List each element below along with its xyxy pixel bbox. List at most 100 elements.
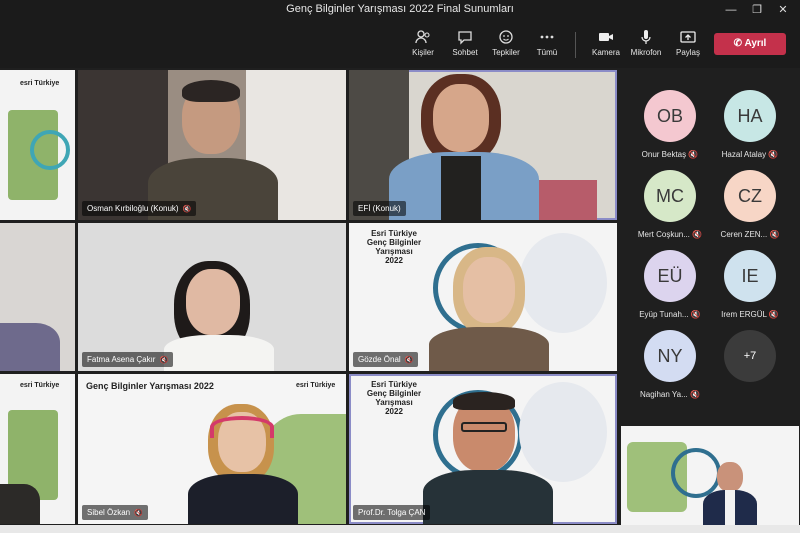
close-button[interactable]: ✕ [772,2,794,18]
roster-item[interactable]: EÜ Eyüp Tunah... 🔇 [630,250,710,328]
person-body [188,474,298,524]
avatar: NY [644,330,696,382]
lab-photo [519,233,607,333]
mic-off-icon: 🔇 [768,150,779,159]
reactions-icon [499,30,513,44]
people-icon [415,30,430,44]
toolbar-divider [575,32,576,58]
slide-title-line-3: 2022 [385,407,403,416]
meeting-toolbar: Kişiler Sohbet Tepkiler Tümü Kamera Mikr… [0,20,800,68]
share-button[interactable]: Paylaş [672,28,704,64]
slide-title-line-1: Esri Türkiye [371,229,417,238]
taskbar-strip [0,525,800,533]
participant-name: Fatma Asena Çakır [87,355,156,364]
chat-label: Sohbet [452,48,478,57]
video-tile-tolga[interactable]: Esri Türkiye Genç Bilginler Yarışması 20… [349,374,617,524]
roster-item[interactable]: NY Nagihan Ya... 🔇 [630,330,710,408]
mic-button[interactable]: Mikrofon [628,28,664,64]
window-title: Genç Bilginler Yarışması 2022 Final Sunu… [286,3,514,15]
person-face [186,269,240,335]
nameplate: Prof.Dr. Tolga ÇAN [353,505,431,520]
roster-name: Hazal Atalay 🔇 [721,150,779,159]
shared-content-tile[interactable] [621,426,799,525]
person-face [433,84,489,152]
slide-tile-left-3: esri Türkiye [0,374,75,524]
chat-icon [458,31,472,45]
roster-name: Nagihan Ya... 🔇 [640,390,700,399]
leave-label: Ayrıl [744,38,767,49]
person-face [717,462,743,492]
slide-banner-title: Genç Bilginler Yarışması 2022 [86,381,214,391]
person-hair [182,80,240,102]
mic-off-icon: 🔇 [688,150,699,159]
reactions-label: Tepkiler [492,48,520,57]
leave-button[interactable]: ✆ Ayrıl [714,33,786,55]
roster-item[interactable]: IE Irem ERGÜL 🔇 [710,250,790,328]
slide-title-line-2: Genç Bilginler Yarışması [366,238,422,256]
reactions-button[interactable]: Tepkiler [490,28,522,64]
roster-name: Mert Coşkun... 🔇 [637,230,703,239]
person-body [164,335,274,371]
mic-off-icon: 🔇 [690,310,701,319]
mic-off-icon: 🔇 [182,206,192,213]
headset-icon [210,416,274,438]
roster-name: Irem ERGÜL 🔇 [721,310,779,319]
mic-off-icon: 🔇 [690,390,700,399]
participant-name: Osman Kırbiloğlu (Konuk) [87,204,179,213]
video-tile-efi[interactable]: EFİ (Konuk) [349,70,617,220]
avatar: MC [644,170,696,222]
person-face [463,257,515,323]
roster-name: Onur Bektaş 🔇 [641,150,699,159]
roster-name: Ceren ZEN... 🔇 [720,230,780,239]
roster-item[interactable]: HA Hazal Atalay 🔇 [710,90,790,168]
nameplate: Gözde Önal 🔇 [353,352,419,367]
roster-name: Eyüp Tunah... 🔇 [639,310,701,319]
mic-off-icon: 🔇 [769,230,780,239]
participant-name: Gözde Önal [358,355,401,364]
esri-logo: esri Türkiye [20,80,60,87]
slide-title: Esri Türkiye Genç Bilginler Yarışması 20… [359,380,429,416]
minimize-button[interactable]: — [720,2,742,18]
mic-label: Mikrofon [630,48,662,57]
video-tile-gozde[interactable]: Esri Türkiye Genç Bilginler Yarışması 20… [349,223,617,371]
share-label: Paylaş [675,48,700,57]
chat-button[interactable]: Sohbet [449,28,481,64]
video-tile-osman[interactable]: Osman Kırbiloğlu (Konuk) 🔇 [78,70,346,220]
mic-off-icon: 🔇 [768,310,779,319]
participant-name: Prof.Dr. Tolga ÇAN [358,508,426,517]
person-body [429,327,549,371]
person-body [423,470,553,524]
more-button[interactable]: Tümü [533,28,561,64]
roster-item[interactable]: OB Onur Bektaş 🔇 [630,90,710,168]
video-tile-partial-left-2 [0,223,75,371]
person-partial [0,323,60,371]
person-shirt [725,490,735,525]
roster-item[interactable]: MC Mert Coşkun... 🔇 [630,170,710,248]
nameplate: EFİ (Konuk) [353,201,406,216]
roster-item[interactable]: CZ Ceren ZEN... 🔇 [710,170,790,248]
more-participants-button[interactable]: +7 [710,330,790,408]
slide-tile-left-1: esri Türkiye [0,70,75,220]
people-button[interactable]: Kişiler [408,28,438,64]
video-tile-sibel[interactable]: Genç Bilginler Yarışması 2022 esri Türki… [78,374,346,524]
avatar: OB [644,90,696,142]
lab-photo [519,382,607,482]
nameplate: Osman Kırbiloğlu (Konuk) 🔇 [82,201,197,216]
video-grid: esri Türkiye Osman Kırbiloğlu (Konuk) 🔇 E… [0,68,620,525]
mic-off-icon: 🔇 [134,510,143,517]
person-hair [453,392,515,410]
maximize-button[interactable]: ❐ [746,2,768,18]
ring-graphic [671,448,721,498]
more-label: Tümü [536,48,558,57]
person-partial [0,484,40,524]
chair-background [537,180,597,220]
mic-off-icon: 🔇 [159,357,169,364]
person-shirt [441,156,481,220]
avatar: HA [724,90,776,142]
camera-button[interactable]: Kamera [588,28,624,64]
share-icon [680,31,696,43]
video-tile-fatma[interactable]: Fatma Asena Çakır 🔇 [78,223,346,371]
mic-off-icon: 🔇 [404,357,414,364]
avatar: CZ [724,170,776,222]
more-icon [540,35,554,39]
